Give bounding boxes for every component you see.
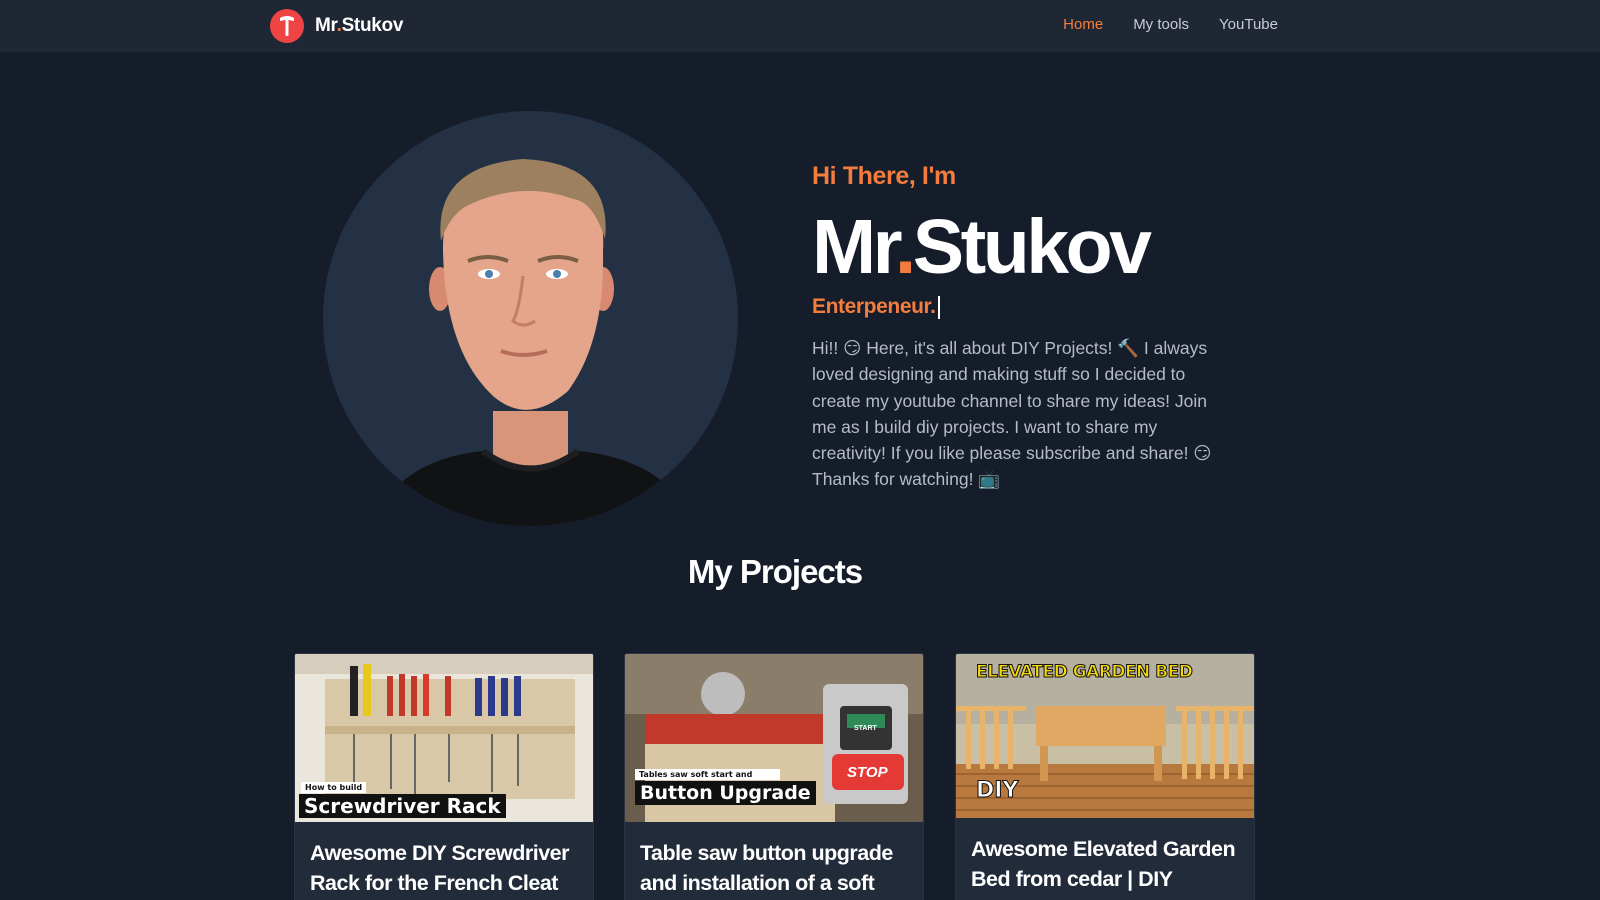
thumbnail-small-caption: How to build	[301, 782, 367, 793]
bio-line: me as I build diy projects. I want to sh…	[812, 416, 1158, 437]
project-card-elevated-garden-bed[interactable]: ELEVATED GARDEN BED DIY Awesome Elevated…	[955, 653, 1255, 900]
nav-my-tools-link[interactable]: My tools	[1133, 16, 1189, 33]
brand-name-last: Stukov	[341, 15, 404, 36]
project-thumbnail: ELEVATED GARDEN BED DIY	[956, 654, 1254, 818]
card-title-line: Table saw button upgrade	[640, 841, 893, 865]
hero-name-dot: .	[894, 204, 916, 290]
start-label: START	[854, 725, 877, 732]
nav-youtube-link[interactable]: YouTube	[1219, 16, 1278, 33]
project-card-title: Awesome DIY Screwdriver Rack for the Fre…	[295, 822, 593, 898]
project-thumbnail: How to build Screwdriver Rack	[295, 654, 593, 822]
project-card-title: Awesome Elevated Garden Bed from cedar |…	[956, 818, 1254, 894]
brand-name-first: Mr	[315, 15, 337, 36]
bio-line: Hi!! 😏 Here, it's all about DIY Projects…	[812, 338, 1208, 358]
project-card-table-saw-button[interactable]: START STOP Tables saw soft start and But…	[624, 653, 924, 900]
card-title-line: Rack for the French Cleat	[310, 871, 558, 895]
profile-photo	[323, 111, 738, 526]
nav-home-link[interactable]: Home	[1063, 16, 1103, 33]
bio-line: Thanks for watching! 📺	[812, 469, 1001, 490]
brand-name: Mr.Stukov	[315, 15, 403, 37]
project-card-screwdriver-rack[interactable]: How to build Screwdriver Rack Awesome DI…	[294, 653, 594, 900]
brand-link[interactable]: Mr.Stukov	[270, 9, 403, 43]
hero-role-text: Enterpeneur.	[812, 295, 936, 318]
bio-line: loved designing and making stuff so I de…	[812, 364, 1186, 385]
hero-bio: Hi!! 😏 Here, it's all about DIY Projects…	[812, 335, 1222, 493]
projects-heading: My Projects	[687, 553, 863, 590]
typing-cursor	[937, 295, 940, 319]
card-title-line: Awesome DIY Screwdriver	[310, 841, 569, 865]
card-title-line: Bed from cedar | DIY	[971, 867, 1173, 891]
hero-greeting: Hi There, I'm	[812, 162, 956, 190]
project-card-title: Table saw button upgrade and installatio…	[625, 822, 923, 898]
card-title-line: Awesome Elevated Garden	[971, 837, 1236, 861]
thumbnail-caption: Button Upgrade	[635, 781, 816, 805]
hero-name-last: Stukov	[912, 204, 1152, 290]
hero-name: Mr.Stukov	[812, 209, 1222, 286]
hero-intro: Hi There, I'm Mr.Stukov Enterpeneur. Hi!…	[812, 162, 1222, 493]
thumbnail-caption: Screwdriver Rack	[299, 794, 506, 818]
thumbnail-banner: ELEVATED GARDEN BED	[975, 662, 1193, 683]
bio-line: create my youtube channel to share my id…	[812, 390, 1207, 411]
project-thumbnail: START STOP Tables saw soft start and But…	[625, 654, 923, 822]
top-navbar: Mr.Stukov Home My tools YouTube	[0, 0, 1600, 52]
hammer-logo-icon	[270, 9, 304, 43]
thumbnail-caption: DIY	[975, 778, 1019, 804]
thumbnail-small-caption: Tables saw soft start and	[635, 769, 780, 780]
bio-line: creativity! If you like please subscribe…	[812, 443, 1212, 464]
nav-links: Home My tools YouTube	[1063, 16, 1278, 33]
card-title-line: and installation of a soft	[640, 871, 875, 895]
hero-role: Enterpeneur.	[812, 295, 1222, 319]
stop-label: STOP	[847, 764, 888, 781]
hero-name-first: Mr	[812, 204, 898, 290]
